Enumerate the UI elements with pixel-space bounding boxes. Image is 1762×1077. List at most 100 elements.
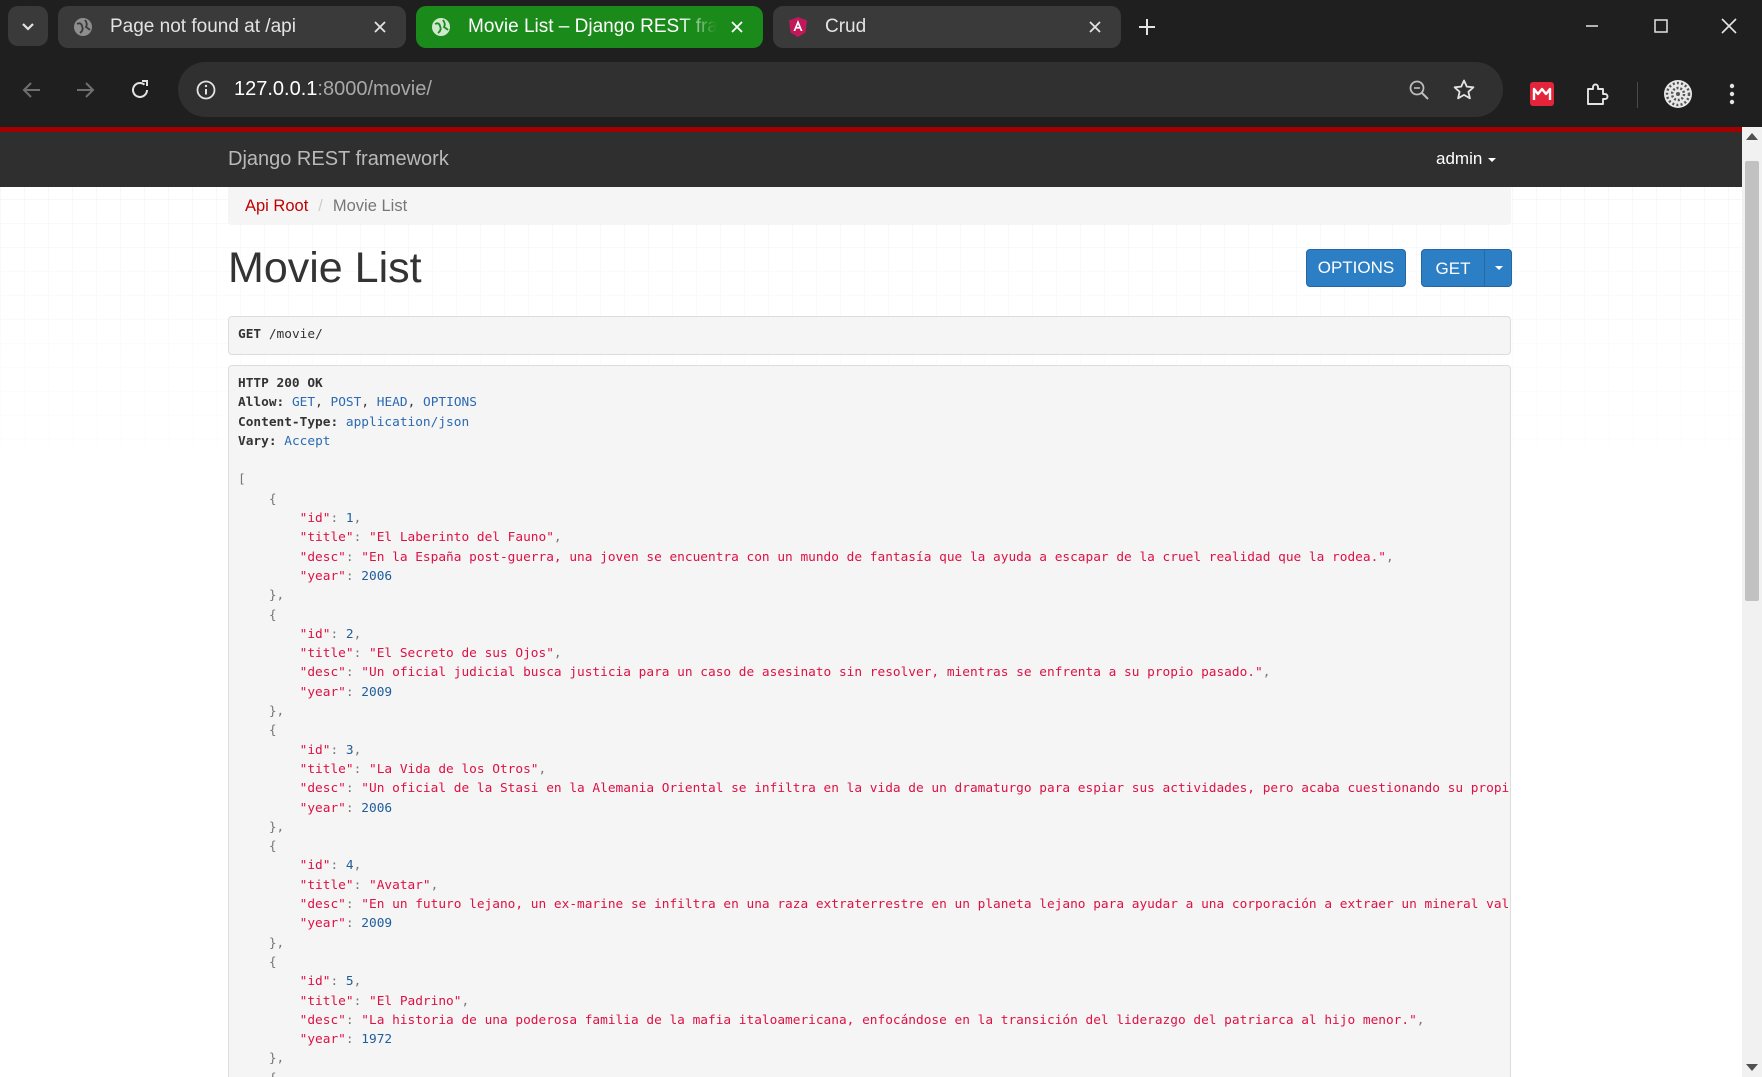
extension-icon[interactable] [1526, 78, 1558, 110]
site-info-icon[interactable] [190, 74, 222, 106]
json-key: "title" [299, 877, 354, 893]
page-viewport: Django REST framework admin Api Root / Mov… [0, 127, 1742, 1077]
minimize-button[interactable] [1562, 8, 1622, 44]
browser-tab-active[interactable]: Movie List – Django REST framework [416, 6, 763, 48]
scroll-down-icon[interactable] [1746, 1064, 1758, 1071]
puzzle-icon[interactable] [1581, 78, 1613, 110]
bookmark-star-icon[interactable] [1448, 74, 1480, 106]
chevron-down-icon [22, 23, 34, 31]
new-tab-button[interactable] [1132, 12, 1162, 42]
caret-down-icon [1488, 157, 1497, 162]
json-comma: , [353, 858, 362, 874]
json-brace: }, [268, 935, 285, 951]
reload-icon [132, 80, 148, 98]
json-value-desc: "Un oficial judicial busca justicia para… [361, 665, 1263, 681]
json-colon: : [330, 974, 346, 990]
tab-title: Page not found at /api [110, 16, 296, 37]
json-key: "desc" [299, 1012, 346, 1028]
json-value-year: 2009 [361, 684, 393, 700]
scrollbar-thumb[interactable] [1745, 161, 1759, 601]
json-colon: : [353, 877, 369, 893]
page-scrollbar[interactable] [1742, 127, 1762, 1077]
options-button[interactable]: OPTIONS [1306, 249, 1406, 287]
json-key: "title" [299, 646, 354, 662]
profile-avatar[interactable] [1662, 78, 1694, 110]
json-brace: { [268, 723, 277, 739]
json-colon: : [345, 665, 362, 681]
json-comma: , [1262, 665, 1271, 681]
json-colon: : [330, 742, 346, 758]
page-title: Movie List [228, 244, 422, 292]
json-colon: : [345, 1012, 362, 1028]
back-button[interactable] [12, 70, 52, 110]
get-button-group: GET [1421, 249, 1512, 287]
scroll-up-icon[interactable] [1746, 133, 1758, 140]
globe-icon [72, 16, 94, 38]
json-key: "id" [299, 974, 331, 990]
browser-tab[interactable]: Crud [773, 6, 1121, 48]
json-value-year: 1972 [361, 1032, 393, 1048]
json-value-id: 2 [345, 626, 354, 642]
json-colon: : [330, 626, 346, 642]
response-info: HTTP 200 OK Allow: GET, POST, HEAD, OPTI… [228, 365, 1511, 1077]
breadcrumb-separator: / [318, 197, 323, 215]
maximize-button[interactable] [1631, 8, 1691, 44]
arrow-left-icon [22, 82, 40, 98]
close-icon[interactable] [1083, 15, 1107, 39]
json-brace: }, [268, 588, 285, 604]
get-format-dropdown[interactable] [1485, 250, 1512, 286]
json-comma: , [353, 974, 362, 990]
json-key: "title" [299, 530, 354, 546]
breadcrumb-api-root[interactable]: Api Root [245, 197, 308, 215]
tab-search-button[interactable] [8, 6, 48, 46]
forward-button[interactable] [65, 70, 105, 110]
json-brace: { [268, 954, 277, 970]
get-button[interactable]: GET [1422, 259, 1484, 279]
json-colon: : [345, 549, 362, 565]
json-value-id: 5 [345, 974, 354, 990]
json-value-desc: "La historia de una poderosa familia de … [361, 1012, 1417, 1028]
json-value-title: "El Padrino" [369, 993, 462, 1009]
json-key: "desc" [299, 665, 346, 681]
browser-tab[interactable]: Page not found at /api [58, 6, 406, 48]
toolbar-divider [1637, 82, 1638, 108]
user-menu[interactable]: admin [1436, 149, 1497, 169]
globe-icon [430, 16, 452, 38]
angular-icon [787, 16, 809, 38]
close-icon[interactable] [725, 15, 749, 39]
json-comma: , [553, 646, 562, 662]
json-colon: : [345, 684, 362, 700]
json-bracket: [ [238, 472, 246, 488]
json-value-desc: "En un futuro lejano, un ex-marine se in… [361, 897, 1511, 913]
browser-menu-icon[interactable] [1716, 78, 1748, 110]
json-colon: : [353, 761, 369, 777]
json-key: "desc" [299, 897, 346, 913]
json-comma: , [430, 877, 439, 893]
breadcrumb-current: Movie List [332, 197, 408, 215]
plus-icon [1139, 19, 1155, 35]
json-key: "id" [299, 742, 331, 758]
reload-button[interactable] [120, 70, 160, 110]
json-key: "id" [299, 511, 331, 527]
json-value-title: "El Secreto de sus Ojos" [369, 646, 554, 662]
json-key: "desc" [299, 549, 346, 565]
json-colon: : [345, 568, 362, 584]
zoom-icon[interactable] [1403, 74, 1435, 106]
response-header-value: Accept [284, 433, 331, 449]
json-key: "id" [299, 626, 331, 642]
tab-title: Movie List – Django REST framework [468, 16, 717, 37]
json-value-title: "Avatar" [369, 877, 431, 893]
response-header-name: Allow: [238, 395, 285, 411]
close-window-button[interactable] [1699, 8, 1759, 44]
json-brace: { [268, 839, 277, 855]
brand-link[interactable]: Django REST framework [228, 148, 449, 171]
close-icon[interactable] [368, 15, 392, 39]
request-info: GET /movie/ [228, 316, 1511, 355]
json-value-id: 1 [345, 511, 354, 527]
json-key: "year" [299, 684, 346, 700]
json-value-title: "La Vida de los Otros" [369, 761, 539, 777]
json-value-id: 4 [345, 858, 354, 874]
json-colon: : [345, 897, 362, 913]
json-comma: , [553, 530, 562, 546]
address-bar[interactable]: 127.0.0.1:8000/movie/ [178, 62, 1503, 117]
